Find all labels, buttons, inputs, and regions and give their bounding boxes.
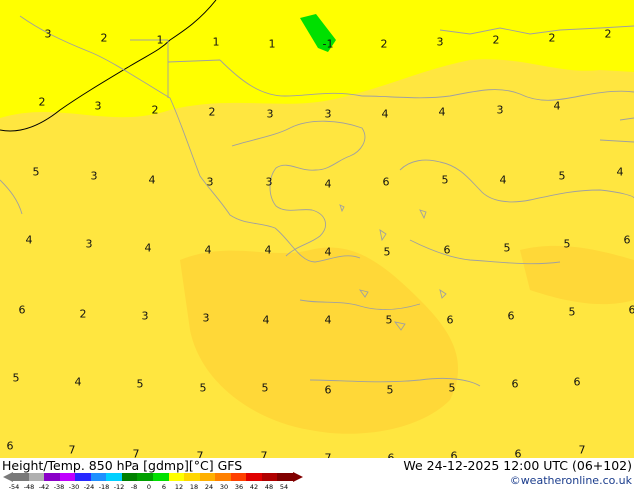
temperature-label: 3: [437, 37, 444, 48]
colorbar-segment: [246, 473, 262, 481]
colorbar: [3, 472, 293, 482]
colorbar-segment: [277, 473, 293, 481]
temperature-label: 2: [549, 33, 556, 44]
temperature-label: 4: [500, 175, 507, 186]
temperature-label: 2: [39, 97, 46, 108]
temperature-label: 2: [80, 309, 87, 320]
temperature-label: 6: [7, 441, 14, 452]
temperature-label: 6: [515, 449, 522, 459]
temperature-label: 4: [145, 243, 152, 254]
temperature-label: 5: [384, 247, 391, 258]
temperature-label: 3: [95, 101, 102, 112]
temperature-label: 7: [579, 445, 586, 456]
colorbar-segment: [106, 473, 122, 481]
temperature-label: 4: [439, 107, 446, 118]
colorbar-segment: [169, 473, 185, 481]
temperature-label: 6: [325, 385, 332, 396]
temperature-label: 4: [617, 167, 624, 178]
temperature-label: 6: [451, 451, 458, 459]
temperature-label: 6: [574, 377, 581, 388]
temperature-label: 3: [203, 313, 210, 324]
colorbar-segment: [122, 473, 138, 481]
temperature-label: 2: [605, 29, 612, 40]
temperature-label: 6: [447, 315, 454, 326]
temperature-label: 6: [383, 177, 390, 188]
temperature-label: 3: [266, 177, 273, 188]
temperature-label: 5: [504, 243, 511, 254]
temperature-label: 7: [261, 451, 268, 459]
temperature-label: 6: [624, 235, 631, 246]
weather-map: 3 2 1 1 1 -1 2 3 2 2 2 2 3 2 2 3 3 4 4 3 4 5 3 4 3 3 4 6 5 4 5 4 4 3 4 4 4 4 5…: [0, 0, 634, 458]
colorbar-segment: [75, 473, 91, 481]
temperature-label: 1: [213, 37, 220, 48]
temperature-label: 5: [262, 383, 269, 394]
temperature-label: 3: [207, 177, 214, 188]
temperature-label: 4: [26, 235, 33, 246]
temperature-label: 4: [263, 315, 270, 326]
temperature-label: 4: [554, 101, 561, 112]
colorbar-ticks: -54-48-42-38-30-24-18-12-806121824303642…: [14, 483, 294, 490]
temperature-label: 4: [75, 377, 82, 388]
temperature-label: 1: [269, 39, 276, 50]
temperature-label: 7: [69, 445, 76, 456]
temperature-label: 4: [325, 179, 332, 190]
temperature-label: 3: [325, 109, 332, 120]
colorbar-segment: [44, 473, 60, 481]
temperature-label: 5: [442, 175, 449, 186]
right-arrow: [293, 472, 303, 482]
temperature-label: 2: [493, 35, 500, 46]
temperature-label: 5: [559, 171, 566, 182]
temperature-label: 4: [265, 245, 272, 256]
temperature-label: 2: [101, 33, 108, 44]
temperature-label: 3: [497, 105, 504, 116]
temperature-label: 5: [200, 383, 207, 394]
temperature-label: 5: [564, 239, 571, 250]
temperature-label: 6: [508, 311, 515, 322]
temperature-label: 6: [629, 305, 634, 316]
temperature-label: 4: [325, 247, 332, 258]
temperature-label: 5: [137, 379, 144, 390]
temperature-label: 2: [381, 39, 388, 50]
colorbar-segment: [137, 473, 153, 481]
colorbar-segment: [29, 473, 45, 481]
colorbar-segment: [262, 473, 278, 481]
colorbar-segment: [60, 473, 76, 481]
temperature-label: 5: [449, 383, 456, 394]
colorbar-segment: [153, 473, 169, 481]
temperature-label: 4: [149, 175, 156, 186]
temperature-label: 3: [86, 239, 93, 250]
temperature-label: 4: [325, 315, 332, 326]
temperature-label: 3: [45, 29, 52, 40]
temperature-label: 5: [13, 373, 20, 384]
colorbar-segment: [200, 473, 216, 481]
temperature-label: 6: [512, 379, 519, 390]
colorbar-segment: [215, 473, 231, 481]
map-title: Height/Temp. 850 hPa [gdmp][°C] GFS: [2, 458, 242, 473]
valid-time: We 24-12-2025 12:00 UTC (06+102): [403, 458, 632, 473]
colorbar-segment: [231, 473, 247, 481]
left-arrow: [3, 472, 13, 482]
colorbar-segment: [184, 473, 200, 481]
temperature-label: 4: [382, 109, 389, 120]
temperature-label: 2: [209, 107, 216, 118]
temperature-label: 6: [19, 305, 26, 316]
temperature-label: 2: [152, 105, 159, 116]
credit-link[interactable]: ©weatheronline.co.uk: [510, 474, 632, 487]
temperature-label: 7: [133, 449, 140, 459]
temperature-label: 6: [444, 245, 451, 256]
temperature-label: 7: [197, 451, 204, 459]
temperature-label: 1: [157, 35, 164, 46]
colorbar-segment: [91, 473, 107, 481]
temperature-label: 5: [387, 385, 394, 396]
temperature-label: 3: [267, 109, 274, 120]
map-canvas: [0, 0, 634, 458]
temperature-label: 5: [569, 307, 576, 318]
temperature-label: 3: [91, 171, 98, 182]
temperature-label: 4: [205, 245, 212, 256]
temperature-label: 3: [142, 311, 149, 322]
colorbar-segment: [13, 473, 29, 481]
temperature-label: -1: [323, 39, 334, 50]
temperature-label: 5: [33, 167, 40, 178]
temperature-label: 5: [386, 315, 393, 326]
